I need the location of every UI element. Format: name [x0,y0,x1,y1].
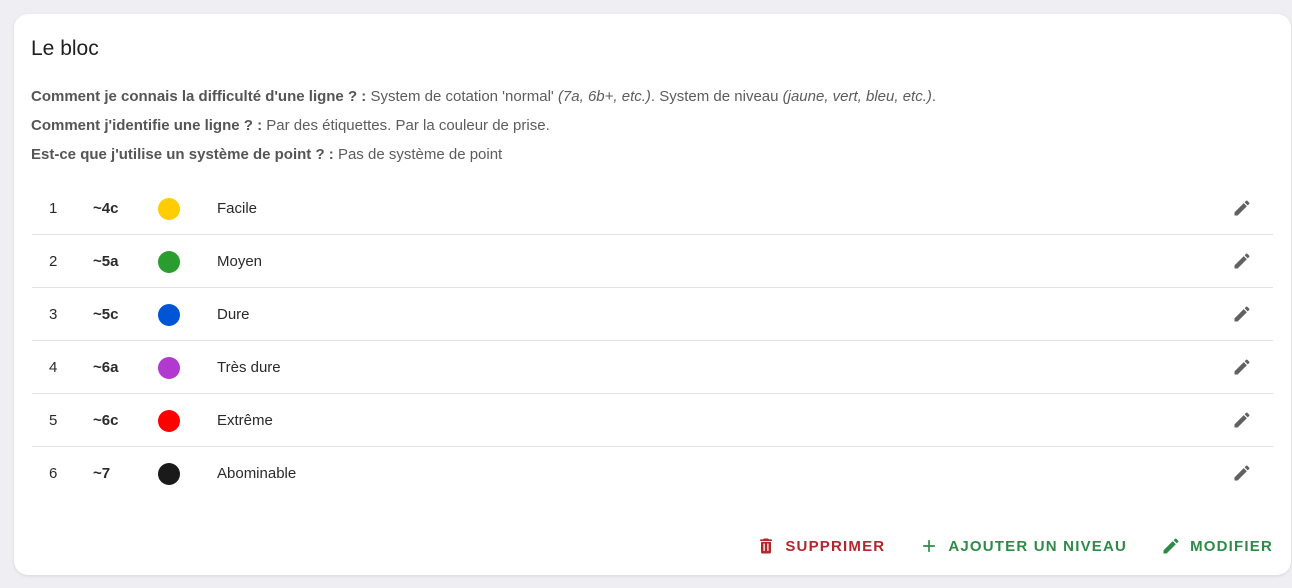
level-number: 6 [49,465,58,482]
level-color-dot [158,304,180,326]
level-grade: ~4c [93,200,119,217]
level-name: Facile [217,200,258,217]
level-number: 1 [49,200,58,217]
pencil-icon[interactable] [1232,198,1252,218]
add-level-button-label: AJOUTER UN NIVEAU [948,537,1128,555]
trash-icon [760,538,773,554]
level-row: 5 ~6c Extrême [32,394,1273,447]
info-answer: . [931,88,937,105]
pencil-icon[interactable] [1232,410,1252,430]
pencil-icon [1163,538,1179,554]
pencil-icon[interactable] [1232,251,1252,271]
info-answer: Pas de système de point [333,146,503,163]
info-example: (7a, 6b+, etc.) [557,88,651,105]
info-question: Comment j'identifie une ligne ? : [31,117,263,134]
level-name: Abominable [217,465,297,482]
level-name: Extrême [217,412,273,429]
level-name: Très dure [217,359,281,376]
card-actions: SUPPRIMER AJOUTER UN NIVEAU MODIFIER [756,531,1273,561]
level-grade: ~6a [93,359,119,376]
level-name: Dure [217,306,250,323]
info-answer: . System de niveau [650,88,783,105]
plus-icon [923,540,936,552]
level-number: 4 [49,359,58,376]
info-identification: Comment j'identifie une ligne ? : Par de… [31,116,550,136]
pencil-icon[interactable] [1232,463,1252,483]
card-title: Le bloc [31,37,99,60]
delete-button[interactable]: SUPPRIMER [756,536,885,556]
info-answer: Par des étiquettes. Par la couleur de pr… [262,117,550,134]
level-color-dot [158,410,180,432]
info-difficulty: Comment je connais la difficulté d'une l… [31,87,936,107]
pencil-icon[interactable] [1232,357,1252,377]
level-row: 1 ~4c Facile [32,182,1273,235]
level-grade: ~6c [93,412,119,429]
level-number: 2 [49,253,58,270]
edit-button[interactable]: MODIFIER [1161,536,1273,556]
level-grade: ~5a [93,253,119,270]
level-number: 5 [49,412,58,429]
level-color-dot [158,463,180,485]
level-row: 6 ~7 Abominable [32,447,1273,500]
level-color-dot [158,198,180,220]
level-grade: ~7 [93,465,111,482]
info-answer: System de cotation 'normal' [366,88,558,105]
level-grade: ~5c [93,306,119,323]
level-number: 3 [49,306,58,323]
level-row: 2 ~5a Moyen [32,235,1273,288]
level-color-dot [158,251,180,273]
level-card: Le bloc Comment je connais la difficulté… [14,14,1291,575]
info-question: Comment je connais la difficulté d'une l… [31,88,367,105]
level-row: 3 ~5c Dure [32,288,1273,341]
delete-button-label: SUPPRIMER [785,537,886,555]
info-example: (jaune, vert, bleu, etc.) [782,88,932,105]
info-question: Est-ce que j'utilise un système de point… [31,146,334,163]
add-level-button[interactable]: AJOUTER UN NIVEAU [919,536,1127,556]
levels-list: 1 ~4c Facile 2 ~5a Moyen 3 ~5c Dure 4 ~6… [32,182,1273,500]
level-row: 4 ~6a Très dure [32,341,1273,394]
level-color-dot [158,357,180,379]
info-points: Est-ce que j'utilise un système de point… [31,145,502,165]
edit-button-label: MODIFIER [1190,537,1273,555]
pencil-icon[interactable] [1232,304,1252,324]
level-name: Moyen [217,253,263,270]
